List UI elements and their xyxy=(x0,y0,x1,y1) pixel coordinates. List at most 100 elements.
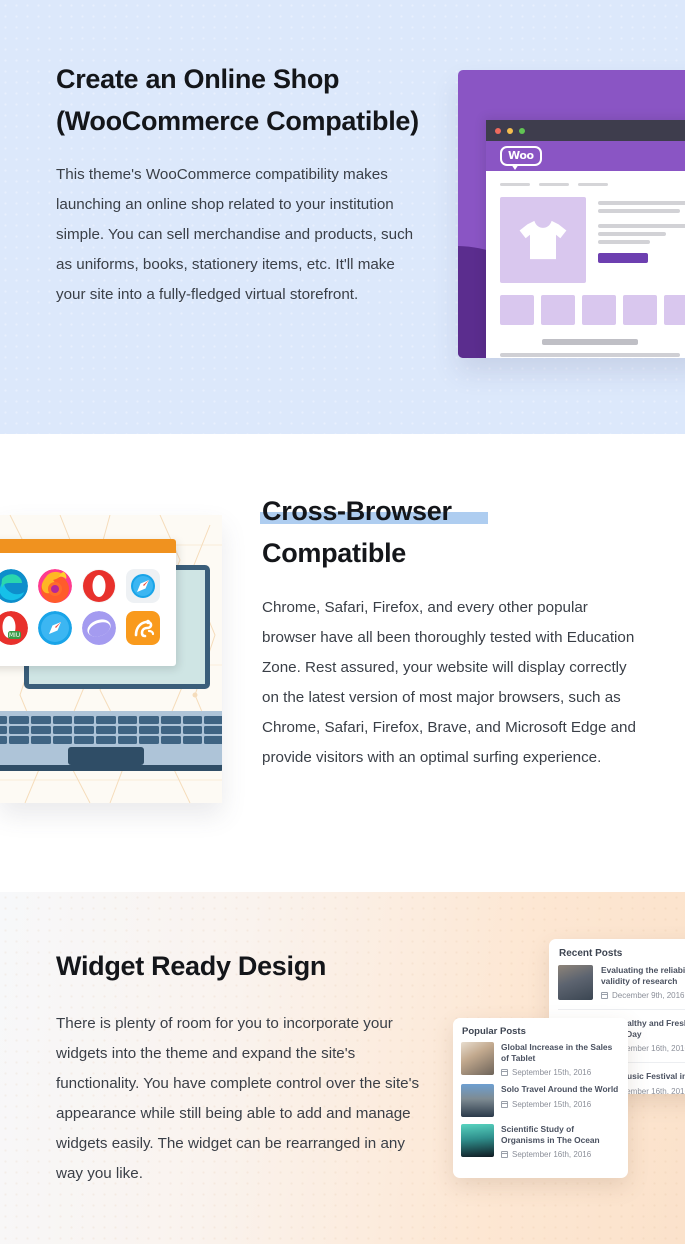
key xyxy=(160,736,181,744)
key xyxy=(139,726,159,734)
post-thumbnail xyxy=(461,1084,494,1117)
post-date-text: September 15th, 2016 xyxy=(512,1068,592,1077)
info-line xyxy=(598,232,666,236)
key xyxy=(0,716,8,724)
safari-icon xyxy=(38,611,72,645)
post-thumbnail xyxy=(461,1042,494,1075)
widget-body-text: There is plenty of room for you to incor… xyxy=(56,1015,420,1182)
product-tile xyxy=(500,295,534,325)
key xyxy=(9,736,29,744)
mock-add-to-cart-button[interactable] xyxy=(598,253,648,263)
product-tile xyxy=(664,295,685,325)
mock-product-info xyxy=(598,197,685,283)
key xyxy=(139,716,159,724)
woocommerce-illustration: Woo xyxy=(458,70,685,358)
key xyxy=(9,726,29,734)
widget-text-block: Widget Ready Design There is plenty of r… xyxy=(56,945,436,1189)
key xyxy=(182,726,203,734)
footer-line xyxy=(542,339,638,345)
svg-text:MIU: MIU xyxy=(9,632,20,639)
key xyxy=(117,726,138,734)
key xyxy=(95,716,116,724)
key xyxy=(30,736,51,744)
key xyxy=(74,726,94,734)
key xyxy=(204,736,222,744)
laptop-keys xyxy=(0,716,222,744)
cross-browser-text-block: Cross-Browser Compatible Chrome, Safari,… xyxy=(260,490,642,773)
mock-browser-titlebar xyxy=(486,120,685,141)
mock-shop-content xyxy=(486,171,685,358)
key xyxy=(204,716,222,724)
post-date: September 15th, 2016 xyxy=(501,1100,618,1109)
key xyxy=(182,736,203,744)
popular-posts-title: Popular Posts xyxy=(462,1026,526,1037)
list-item[interactable]: Evaluating the reliability and validity … xyxy=(549,965,685,1009)
product-tile xyxy=(582,295,616,325)
key xyxy=(95,726,116,734)
mock-browser-window: Woo xyxy=(486,120,685,358)
woocommerce-text-block: Create an Online Shop (WooCommerce Compa… xyxy=(56,58,426,310)
traffic-light-red-icon xyxy=(495,127,501,134)
post-title: Evaluating the reliability and validity … xyxy=(601,965,685,986)
opera-icon xyxy=(82,569,116,603)
traffic-light-green-icon xyxy=(519,127,525,134)
key xyxy=(117,716,138,724)
mock-product-image xyxy=(500,197,586,283)
product-tile xyxy=(623,295,657,325)
cross-browser-heading-line2: Compatible xyxy=(262,538,407,568)
post-thumbnail xyxy=(558,965,593,1000)
calendar-icon xyxy=(501,1151,508,1158)
mock-product-row xyxy=(500,197,685,283)
footer-line xyxy=(500,353,680,357)
post-date-text: September 16th, 2016 xyxy=(512,1150,592,1159)
info-line xyxy=(598,240,650,244)
tshirt-icon xyxy=(517,218,569,262)
edge-icon xyxy=(0,569,28,603)
popular-posts-widget[interactable]: Popular Posts Global Increase in the Sal… xyxy=(453,1018,628,1178)
laptop-trackpad xyxy=(68,747,144,765)
woocommerce-heading: Create an Online Shop (WooCommerce Compa… xyxy=(56,64,419,136)
cross-browser-heading-line1: Cross-Browser xyxy=(262,496,452,526)
key xyxy=(0,736,8,744)
key xyxy=(0,726,8,734)
list-item[interactable]: Scientific Study of Organisms in The Oce… xyxy=(453,1124,628,1166)
calendar-icon xyxy=(501,1100,508,1108)
cross-browser-body-text: Chrome, Safari, Firefox, and every other… xyxy=(262,599,636,766)
list-item[interactable]: Global Increase in the Sales of Tablet S… xyxy=(453,1042,628,1084)
post-date: September 16th, 2016 xyxy=(501,1150,620,1159)
nav-line xyxy=(500,183,530,186)
mock-footer-lines xyxy=(500,339,685,358)
key xyxy=(160,726,181,734)
calendar-icon xyxy=(501,1069,508,1076)
post-title: Solo Travel Around the World xyxy=(501,1084,619,1094)
laptop-illustration: MIU xyxy=(0,515,222,803)
browser-mock-window: MIU xyxy=(0,539,176,666)
key xyxy=(52,726,73,734)
firefox-icon xyxy=(38,569,72,603)
laptop-keyboard-base xyxy=(0,711,222,771)
nav-line xyxy=(578,183,608,186)
traffic-light-yellow-icon xyxy=(507,127,513,134)
key xyxy=(117,736,138,744)
key xyxy=(52,736,73,744)
info-line xyxy=(598,201,685,205)
key xyxy=(182,716,203,724)
recent-posts-title: Recent Posts xyxy=(559,948,623,959)
opera-gx-icon: MIU xyxy=(0,611,28,645)
woocommerce-body-text: This theme's WooCommerce compatibility m… xyxy=(56,166,414,303)
key xyxy=(160,716,181,724)
key xyxy=(30,726,51,734)
key xyxy=(74,716,94,724)
key xyxy=(139,736,159,744)
post-thumbnail xyxy=(461,1124,494,1157)
key xyxy=(30,716,51,724)
product-tile xyxy=(541,295,575,325)
cross-browser-section: MIU Cross-Browser Compatible Chrome, Saf… xyxy=(0,434,685,892)
list-item[interactable]: Solo Travel Around the World September 1… xyxy=(453,1084,628,1124)
key xyxy=(74,736,94,744)
woo-logo-icon: Woo xyxy=(500,146,542,170)
info-line xyxy=(598,224,685,228)
mock-site-header: Woo xyxy=(486,141,685,171)
nav-line xyxy=(539,183,569,186)
mock-nav-lines xyxy=(500,183,685,186)
